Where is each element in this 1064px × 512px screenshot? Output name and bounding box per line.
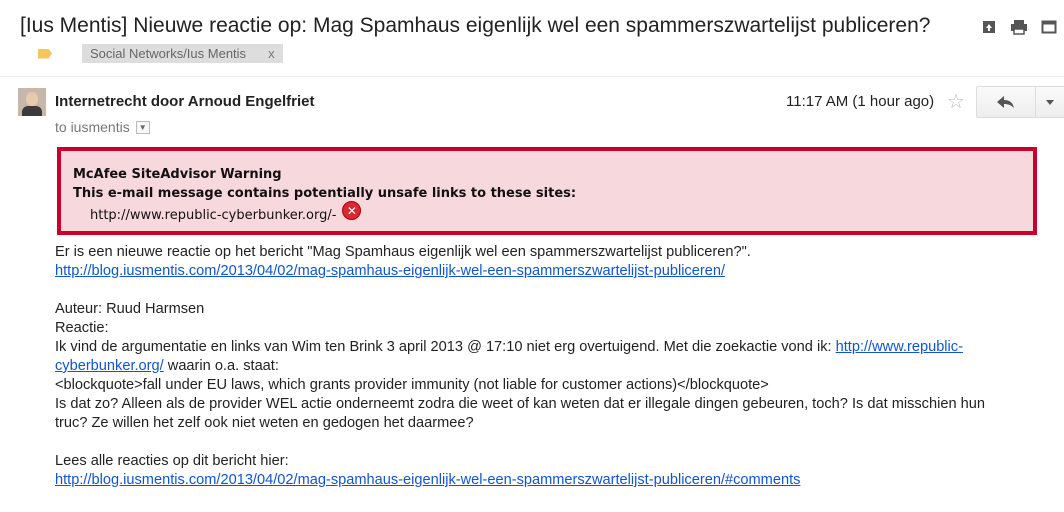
reaction-line-1: Ik vind de argumentatie en links van Wim…: [55, 338, 1055, 357]
new-window-icon[interactable]: [1040, 18, 1058, 36]
reaction-quote: <blockquote>fall under EU laws, which gr…: [55, 377, 769, 393]
avatar-body: [22, 106, 42, 116]
print-icon[interactable]: [1010, 18, 1028, 36]
sender-name[interactable]: Internetrecht door Arnoud Engelfriet: [55, 93, 314, 110]
reaction-text: Ik vind de argumentatie en links van Wim…: [55, 339, 836, 355]
recipient-text: to iusmentis: [55, 119, 130, 135]
reaction-question-2: truc? Ze willen het zelf ook niet weten …: [55, 415, 474, 431]
comments-link[interactable]: http://blog.iusmentis.com/2013/04/02/mag…: [55, 472, 800, 488]
label-chip[interactable]: Social Networks/Ius Mentis x: [82, 44, 283, 63]
siteadvisor-warning: McAfee SiteAdvisor Warning This e-mail m…: [57, 147, 1037, 235]
unsafe-site-row: http://www.republic-cyberbunker.org/- ✕: [90, 201, 1021, 223]
body-author: Auteur: Ruud Harmsen: [55, 301, 205, 317]
reply-group: [976, 86, 1064, 118]
warning-message: This e-mail message contains potentially…: [73, 186, 577, 201]
post-link[interactable]: http://blog.iusmentis.com/2013/04/02/mag…: [55, 263, 725, 279]
label-row: Social Networks/Ius Mentis x: [38, 44, 283, 63]
archive-icon[interactable]: [980, 18, 998, 36]
divider: [0, 76, 1064, 77]
recipient-line: to iusmentis ▼: [55, 119, 150, 135]
reply-icon: [997, 96, 1014, 108]
body-reaction-label: Reactie:: [55, 320, 109, 336]
top-actions: [980, 18, 1058, 36]
danger-icon: ✕: [342, 201, 362, 220]
label-tag-icon: [38, 48, 52, 59]
reaction-question-1: Is dat zo? Alleen als de provider WEL ac…: [55, 396, 985, 412]
timestamp: 11:17 AM (1 hour ago): [786, 93, 935, 110]
chevron-down-icon: [1046, 99, 1054, 105]
reaction-text-2: waarin o.a. staat:: [163, 358, 279, 374]
more-options-button[interactable]: [1036, 86, 1064, 118]
star-icon[interactable]: ☆: [947, 89, 965, 114]
reply-button[interactable]: [976, 86, 1036, 118]
label-remove-button[interactable]: x: [254, 46, 275, 61]
avatar-face: [26, 92, 38, 106]
reaction-line-2: cyberbunker.org/ waarin o.a. staat:: [55, 357, 1055, 376]
label-chip-text[interactable]: Social Networks/Ius Mentis: [90, 46, 246, 61]
details-dropdown-icon[interactable]: ▼: [135, 120, 150, 134]
warning-title: McAfee SiteAdvisor Warning: [73, 167, 282, 182]
email-body: Er is een nieuwe reactie op het bericht …: [55, 243, 1055, 490]
all-reactions-text: Lees alle reacties op dit bericht hier:: [55, 453, 289, 469]
body-intro: Er is een nieuwe reactie op het bericht …: [55, 244, 751, 260]
cyberbunker-link[interactable]: http://www.republic-: [836, 339, 963, 355]
email-subject: [Ius Mentis] Nieuwe reactie op: Mag Spam…: [20, 14, 931, 37]
avatar[interactable]: [18, 88, 46, 116]
unsafe-site-url: http://www.republic-cyberbunker.org/-: [90, 208, 337, 223]
cyberbunker-link-cont[interactable]: cyberbunker.org/: [55, 358, 164, 374]
